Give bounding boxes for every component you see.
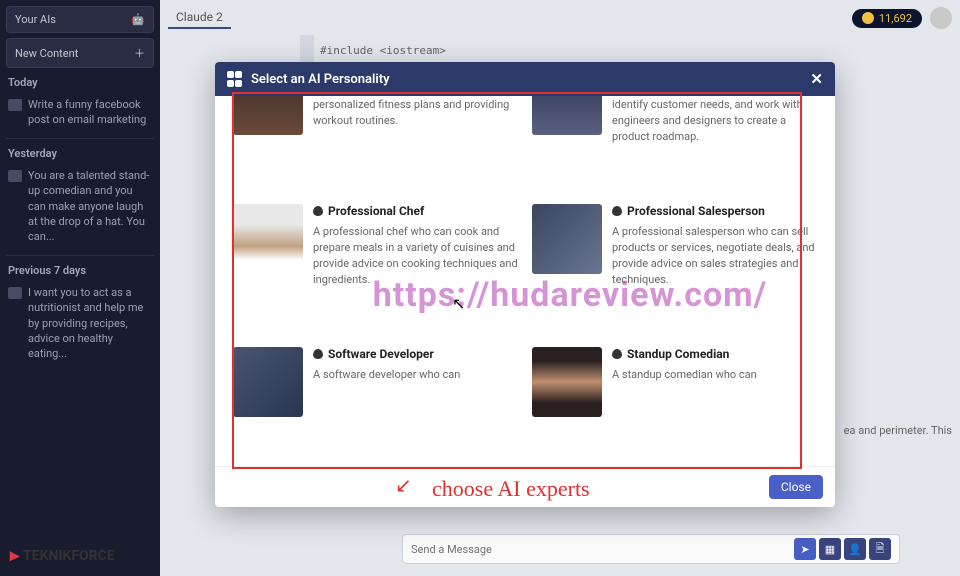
card-title: Professional Chef xyxy=(313,204,518,218)
modal-title: Select an AI Personality xyxy=(251,72,390,87)
close-button[interactable]: Close xyxy=(769,475,823,499)
personality-modal: Select an AI Personality ✕ A personal tr… xyxy=(215,62,835,507)
grid-icon xyxy=(227,71,243,87)
personality-card[interactable]: Standup Comedian A standup comedian who c… xyxy=(532,343,817,460)
card-avatar xyxy=(233,96,303,135)
annotation-text: choose AI experts xyxy=(432,476,590,502)
personality-card[interactable]: Software Developer A software developer w… xyxy=(233,343,518,460)
card-desc: A standup comedian who can xyxy=(612,367,817,383)
card-desc: A personal trainer who can help you stay… xyxy=(313,96,518,129)
close-icon[interactable]: ✕ xyxy=(810,70,823,88)
personality-card[interactable]: A product manager who can oversee the de… xyxy=(532,96,817,188)
card-title: Professional Salesperson xyxy=(612,204,817,218)
annotation-arrow: ↙ xyxy=(395,473,412,497)
card-avatar xyxy=(233,347,303,417)
personality-card[interactable]: Professional Chef A professional chef who… xyxy=(233,200,518,331)
card-avatar xyxy=(233,204,303,274)
card-avatar xyxy=(532,204,602,274)
card-avatar xyxy=(532,347,602,417)
card-desc: A professional chef who can cook and pre… xyxy=(313,224,518,288)
card-desc: A product manager who can oversee the de… xyxy=(612,96,817,145)
card-title: Software Developer xyxy=(313,347,518,361)
card-avatar xyxy=(532,96,602,135)
personality-card[interactable]: Professional Salesperson A professional s… xyxy=(532,200,817,331)
modal-body[interactable]: A personal trainer who can help you stay… xyxy=(215,96,835,466)
modal-header: Select an AI Personality ✕ xyxy=(215,62,835,96)
personality-card[interactable]: A personal trainer who can help you stay… xyxy=(233,96,518,188)
cursor-icon: ↖ xyxy=(452,294,465,313)
card-title: Standup Comedian xyxy=(612,347,817,361)
card-desc: A professional salesperson who can sell … xyxy=(612,224,817,288)
card-desc: A software developer who can xyxy=(313,367,518,383)
